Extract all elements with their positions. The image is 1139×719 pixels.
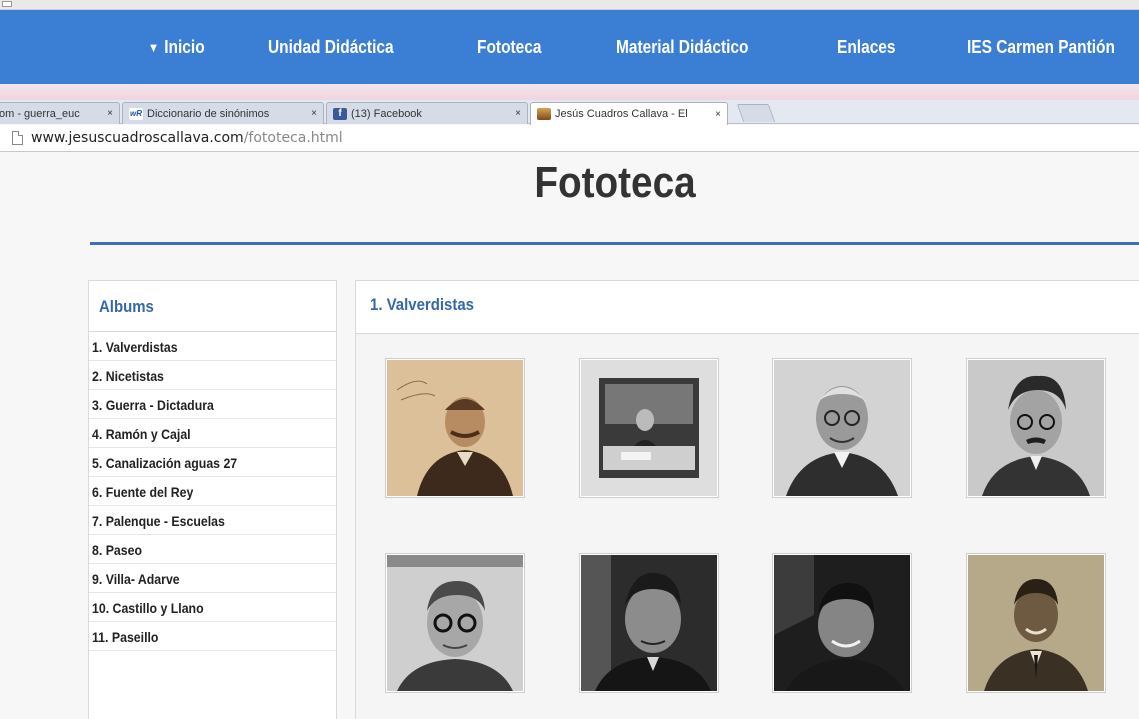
portrait-photo — [387, 360, 523, 496]
album-item[interactable]: 11. Paseillo — [89, 622, 336, 651]
album-item[interactable]: 7. Palenque - Escuelas — [89, 506, 336, 535]
portrait-photo — [387, 555, 523, 691]
portrait-photo — [968, 555, 1104, 691]
nav-item-label: Inicio — [164, 36, 205, 57]
nav-item-inicio[interactable]: ▼ Inicio — [148, 37, 251, 58]
photo-thumbnail[interactable] — [579, 553, 719, 693]
nav-item-material-didactico[interactable]: Material Didáctico — [616, 37, 806, 58]
photo-thumbnail[interactable] — [385, 358, 525, 498]
new-tab-button[interactable] — [736, 104, 776, 122]
albums-panel: Albums 1. Valverdistas 2. Nicetistas 3. … — [88, 280, 337, 719]
album-item[interactable]: 6. Fuente del Rey — [89, 477, 336, 506]
title-divider — [90, 242, 1139, 245]
url-text[interactable]: www.jesuscuadroscallava.com/fototeca.htm… — [31, 130, 343, 146]
albums-heading: Albums — [89, 281, 336, 332]
album-item[interactable]: 9. Villa- Adarve — [89, 564, 336, 593]
gallery-panel: 1. Valverdistas — [355, 280, 1139, 719]
close-icon[interactable]: × — [715, 109, 721, 120]
address-bar[interactable]: www.jesuscuadroscallava.com/fototeca.htm… — [0, 125, 1139, 152]
photo-thumbnail[interactable] — [966, 358, 1106, 498]
close-icon[interactable]: × — [515, 108, 521, 119]
facebook-icon: f — [333, 107, 347, 120]
album-item[interactable]: 10. Castillo y Llano — [89, 593, 336, 622]
album-item[interactable]: 4. Ramón y Cajal — [89, 419, 336, 448]
nav-item-fototeca[interactable]: Fototeca — [477, 37, 597, 58]
album-item[interactable]: 2. Nicetistas — [89, 361, 336, 390]
photo-thumbnail[interactable] — [772, 553, 912, 693]
photo-thumbnail[interactable] — [579, 358, 719, 498]
browser-tab-bar: om - guerra_euc × wR Diccionario de sinó… — [0, 100, 1139, 125]
browser-tab-active[interactable]: Jesús Cuadros Callava - El × — [530, 102, 728, 125]
tab-title: om - guerra_euc — [0, 107, 80, 120]
album-item[interactable]: 3. Guerra - Dictadura — [89, 390, 336, 419]
album-item[interactable]: 5. Canalización aguas 27 — [89, 448, 336, 477]
portrait-photo — [968, 360, 1104, 496]
decorative-strip — [0, 84, 1139, 100]
nav-item-enlaces[interactable]: Enlaces — [837, 37, 948, 58]
url-host: www.jesuscuadroscallava.com — [31, 130, 244, 146]
portrait-photo — [774, 555, 910, 691]
nav-item-unidad-didactica[interactable]: Unidad Didáctica — [268, 37, 448, 58]
close-icon[interactable]: × — [311, 108, 317, 119]
gallery-heading: 1. Valverdistas — [356, 281, 1139, 334]
chevron-down-icon: ▼ — [148, 39, 160, 55]
portrait-photo — [774, 360, 910, 496]
url-path: /fototeca.html — [243, 130, 343, 146]
nav-item-ies-carmen-pantion[interactable]: IES Carmen Pantión — [967, 37, 1115, 58]
page-title: Fototeca — [534, 158, 696, 207]
window-top-strip — [0, 0, 1139, 10]
page-icon — [12, 131, 23, 145]
album-item[interactable]: 8. Paseo — [89, 535, 336, 564]
tab-title: Diccionario de sinónimos — [147, 107, 270, 120]
portrait-photo — [581, 555, 717, 691]
browser-tab-diccionario[interactable]: wR Diccionario de sinónimos × — [122, 102, 324, 124]
album-item[interactable]: 1. Valverdistas — [89, 332, 336, 361]
tab-title: Jesús Cuadros Callava - El — [555, 108, 688, 120]
desk-photo — [581, 360, 717, 496]
photo-thumbnail[interactable] — [385, 553, 525, 693]
tab-title: (13) Facebook — [351, 107, 422, 120]
site-navigation: ▼ Inicio Unidad Didáctica Fototeca Materi… — [0, 10, 1139, 84]
photo-thumbnail[interactable] — [772, 358, 912, 498]
site-favicon-icon — [537, 108, 551, 120]
browser-tab-guerra[interactable]: om - guerra_euc × — [0, 102, 120, 124]
close-icon[interactable]: × — [107, 108, 113, 119]
wordreference-icon: wR — [129, 107, 143, 120]
window-icon — [2, 1, 12, 7]
photo-thumbnail[interactable] — [966, 553, 1106, 693]
browser-tab-facebook[interactable]: f (13) Facebook × — [326, 102, 528, 124]
